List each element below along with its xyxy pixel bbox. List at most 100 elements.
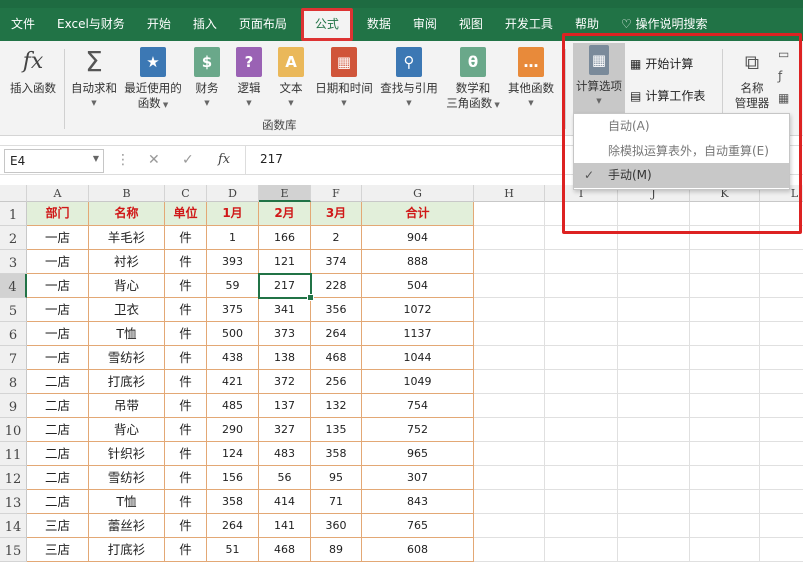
empty-cell[interactable] [545,514,618,538]
table-cell[interactable]: 羊毛衫 [89,226,165,250]
empty-cell[interactable] [618,322,690,346]
table-cell[interactable]: 341 [259,298,311,322]
table-cell[interactable]: 雪纺衫 [89,466,165,490]
header-cell[interactable]: 1月 [207,202,259,226]
table-cell[interactable]: 一店 [27,322,89,346]
cancel-icon[interactable]: ✕ [148,152,160,168]
table-cell[interactable]: 件 [165,394,207,418]
table-cell[interactable]: 背心 [89,274,165,298]
table-cell[interactable]: 264 [207,514,259,538]
header-cell[interactable]: 合计 [362,202,474,226]
table-cell[interactable]: 件 [165,466,207,490]
table-cell[interactable]: 件 [165,250,207,274]
table-cell[interactable]: 打底衫 [89,538,165,562]
enter-icon[interactable]: ✓ [182,152,194,168]
table-cell[interactable]: 件 [165,370,207,394]
insert-function-button[interactable]: fx 插入函数 [6,45,60,96]
tab-page-layout[interactable]: 页面布局 [228,8,298,41]
empty-cell[interactable] [545,466,618,490]
logical-button[interactable]: ? 逻辑 ▼ [232,45,266,111]
empty-cell[interactable] [618,226,690,250]
empty-cell[interactable] [618,538,690,562]
row-header-2[interactable]: 2 [0,226,27,250]
header-cell[interactable]: 2月 [259,202,311,226]
empty-cell[interactable] [760,490,803,514]
table-cell[interactable]: 888 [362,250,474,274]
empty-cell[interactable] [690,490,760,514]
table-cell[interactable]: 件 [165,322,207,346]
empty-cell[interactable] [690,322,760,346]
empty-cell[interactable] [474,490,545,514]
menu-item-automatic[interactable]: 自动(A) [574,114,789,139]
table-cell[interactable]: 卫衣 [89,298,165,322]
row-header-13[interactable]: 13 [0,490,27,514]
empty-cell[interactable] [618,370,690,394]
table-cell[interactable]: 264 [311,322,362,346]
tab-help[interactable]: 帮助 [564,8,610,41]
table-cell[interactable]: 吊带 [89,394,165,418]
table-cell[interactable]: 500 [207,322,259,346]
tab-review[interactable]: 审阅 [402,8,448,41]
table-cell[interactable]: 307 [362,466,474,490]
empty-cell[interactable] [545,394,618,418]
empty-cell[interactable] [760,226,803,250]
empty-cell[interactable] [545,250,618,274]
table-cell[interactable]: 1044 [362,346,474,370]
empty-cell[interactable] [618,490,690,514]
table-cell[interactable]: 二店 [27,394,89,418]
table-cell[interactable]: 356 [311,298,362,322]
column-header-C[interactable]: C [165,185,207,202]
table-cell[interactable]: 1072 [362,298,474,322]
recent-functions-button[interactable]: ★ 最近使用的 函数 ▼ [121,45,185,113]
header-cell[interactable]: 名称 [89,202,165,226]
table-cell[interactable]: 件 [165,514,207,538]
table-cell[interactable]: 背心 [89,418,165,442]
empty-cell[interactable] [618,514,690,538]
table-cell[interactable]: 124 [207,442,259,466]
table-cell[interactable]: 135 [311,418,362,442]
header-cell[interactable]: 单位 [165,202,207,226]
tab-excel-finance[interactable]: Excel与财务 [46,8,136,41]
table-cell[interactable]: 843 [362,490,474,514]
table-cell[interactable]: 468 [259,538,311,562]
empty-cell[interactable] [474,298,545,322]
row-header-14[interactable]: 14 [0,514,27,538]
table-cell[interactable]: 393 [207,250,259,274]
table-cell[interactable]: 一店 [27,274,89,298]
table-cell[interactable]: 件 [165,442,207,466]
empty-cell[interactable] [760,298,803,322]
row-header-11[interactable]: 11 [0,442,27,466]
row-header-10[interactable]: 10 [0,418,27,442]
menu-item-manual[interactable]: ✓ 手动(M) [574,163,789,188]
table-cell[interactable]: 290 [207,418,259,442]
column-header-E[interactable]: E [259,185,311,202]
tab-data[interactable]: 数据 [356,8,402,41]
empty-cell[interactable] [474,274,545,298]
empty-cell[interactable] [545,490,618,514]
table-cell[interactable]: 765 [362,514,474,538]
table-cell[interactable]: 504 [362,274,474,298]
text-button[interactable]: A 文本 ▼ [274,45,308,111]
empty-cell[interactable] [690,370,760,394]
empty-cell[interactable] [760,514,803,538]
table-cell[interactable]: T恤 [89,490,165,514]
table-cell[interactable]: 51 [207,538,259,562]
math-trig-button[interactable]: θ 数学和 三角函数 ▼ [442,45,504,113]
empty-cell[interactable] [760,322,803,346]
calculate-sheet-button[interactable]: ▤ 计算工作表 [630,87,705,104]
table-cell[interactable]: 752 [362,418,474,442]
menu-item-automatic-except-tables[interactable]: 除模拟运算表外，自动重算(E) [574,139,789,164]
table-cell[interactable]: 95 [311,466,362,490]
empty-cell[interactable] [690,226,760,250]
empty-cell[interactable] [474,538,545,562]
empty-cell[interactable] [545,442,618,466]
empty-cell[interactable] [474,466,545,490]
empty-cell[interactable] [618,418,690,442]
empty-cell[interactable] [690,514,760,538]
table-cell[interactable]: 358 [311,442,362,466]
row-header-15[interactable]: 15 [0,538,27,562]
table-cell[interactable]: 132 [311,394,362,418]
empty-cell[interactable] [760,370,803,394]
table-cell[interactable]: 121 [259,250,311,274]
empty-cell[interactable] [474,346,545,370]
